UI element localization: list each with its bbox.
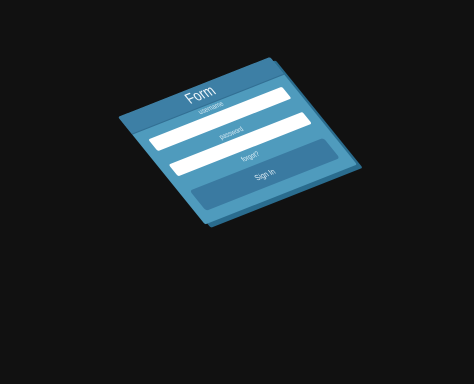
- page-background: Form username password forgot? Sign In: [0, 0, 474, 384]
- login-form: Form username password forgot? Sign In: [118, 57, 358, 225]
- login-card-wrapper: Form username password forgot? Sign In: [118, 57, 363, 228]
